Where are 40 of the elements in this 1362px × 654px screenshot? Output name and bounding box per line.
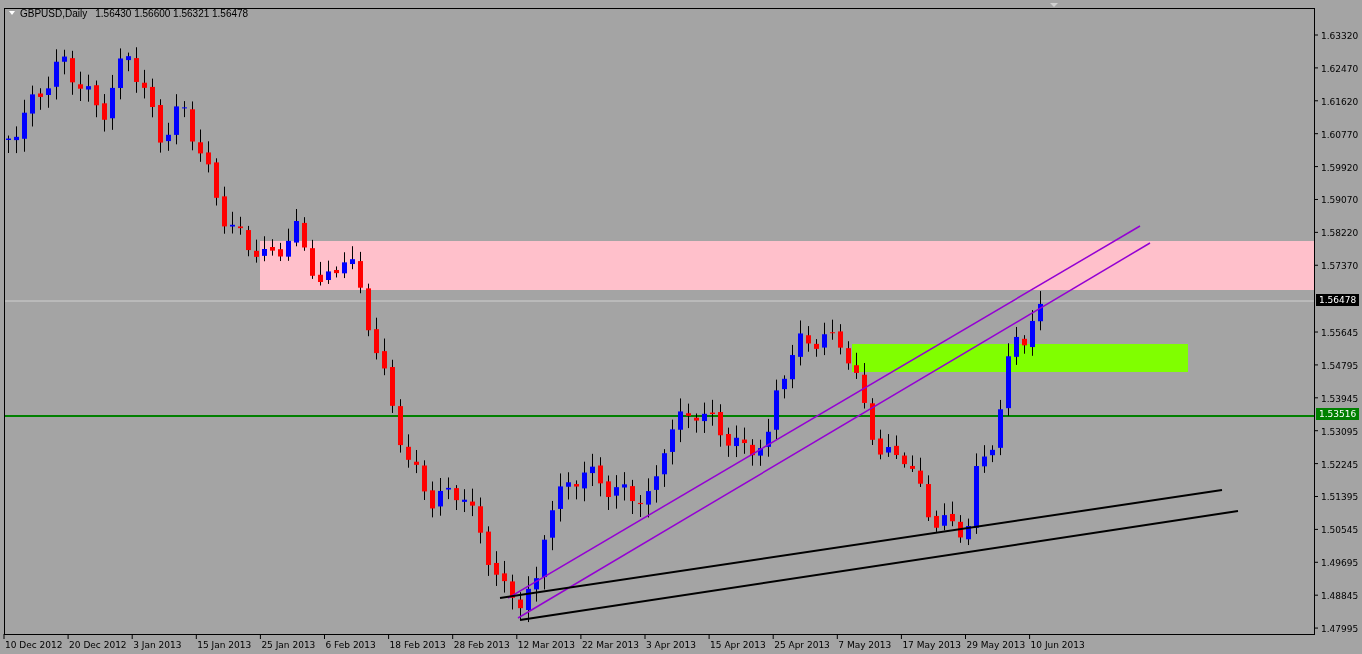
- current-price-tag: 1.56478: [1316, 293, 1360, 306]
- date-label: 3 Apr 2013: [646, 640, 696, 650]
- price-label: 1.59070: [1321, 195, 1359, 206]
- price-label: 1.52245: [1321, 459, 1359, 470]
- date-label: 20 Dec 2012: [69, 640, 127, 650]
- date-label: 10 Jun 2013: [1030, 640, 1085, 650]
- date-label: 15 Jan 2013: [197, 640, 252, 650]
- symbol-label: GBPUSD,Daily: [20, 8, 88, 19]
- price-label: 1.48845: [1321, 591, 1359, 602]
- price-label: 1.53095: [1321, 426, 1359, 437]
- date-label: 18 Feb 2013: [389, 640, 446, 650]
- price-label: 1.57370: [1321, 261, 1359, 272]
- price-label: 1.59920: [1321, 162, 1359, 173]
- date-label: 15 Apr 2013: [710, 640, 766, 650]
- price-label: 1.63320: [1321, 31, 1359, 41]
- date-label: 6 Feb 2013: [325, 640, 376, 650]
- price-label: 1.55645: [1321, 328, 1359, 338]
- date-label: 10 Dec 2012: [5, 640, 63, 650]
- date-label: 17 May 2013: [902, 640, 962, 650]
- date-label: 28 Feb 2013: [453, 640, 510, 650]
- price-label: 1.54795: [1321, 360, 1359, 371]
- date-label: 25 Apr 2013: [774, 640, 830, 650]
- price-label: 1.62470: [1321, 63, 1359, 74]
- price-label: 1.47995: [1321, 624, 1359, 635]
- price-label: 1.49695: [1321, 558, 1359, 569]
- dropdown-icon[interactable]: [9, 11, 15, 15]
- ohlc-values: 1.56430 1.56600 1.56321 1.56478: [95, 8, 249, 19]
- price-label: 1.58220: [1321, 228, 1359, 239]
- price-label: 1.53945: [1321, 393, 1359, 404]
- date-label: 29 May 2013: [966, 640, 1026, 650]
- date-label: 22 Mar 2013: [581, 640, 639, 650]
- price-label: 1.61620: [1321, 96, 1359, 107]
- date-label: 12 Mar 2013: [517, 640, 575, 650]
- date-label: 25 Jan 2013: [261, 640, 316, 650]
- price-label: 1.60770: [1321, 129, 1359, 140]
- date-label: 7 May 2013: [838, 640, 892, 650]
- price-label: 1.50545: [1321, 525, 1359, 536]
- date-label: 3 Jan 2013: [133, 640, 182, 650]
- level-price-tag: 1.53516: [1316, 408, 1360, 421]
- price-label: 1.51395: [1321, 492, 1359, 503]
